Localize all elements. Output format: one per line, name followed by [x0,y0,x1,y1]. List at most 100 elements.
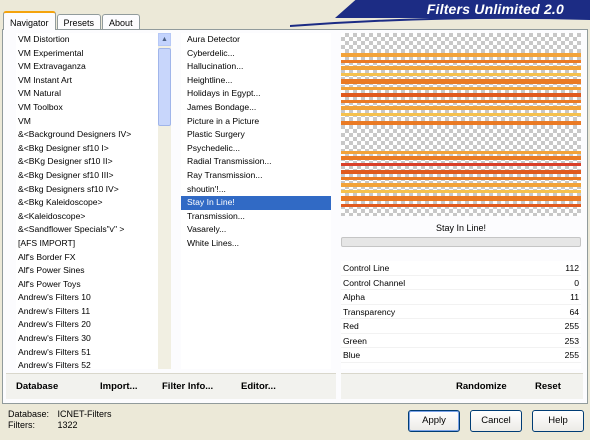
preview-stripe [341,190,581,193]
param-row[interactable]: Blue 255 [341,348,581,363]
list-item[interactable]: Alf's Power Sines [16,264,158,278]
list-item[interactable]: &<Bkg Designer sf10 I> [16,142,158,156]
list-item[interactable]: Ray Transmission... [181,169,331,183]
list-item-selected[interactable]: Stay In Line! [181,196,331,210]
list-item[interactable]: Andrew's Filters 30 [16,332,158,346]
list-item[interactable]: VM Distortion [16,33,158,47]
preview-stripe [341,87,581,90]
preview-stripe [341,151,581,154]
preview-filter-name: Stay In Line! [435,223,487,233]
preview-stripe [341,170,581,174]
list-item[interactable]: Vasarely... [181,223,331,237]
preview-stripe [341,73,581,76]
param-row[interactable]: Green 253 [341,334,581,348]
param-row[interactable]: Control Channel 0 [341,276,581,290]
list-item[interactable]: Hallucination... [181,60,331,74]
list-item[interactable]: VM Extravaganza [16,60,158,74]
list-item[interactable]: White Lines... [181,237,331,251]
list-item[interactable]: James Bondage... [181,101,331,115]
list-item[interactable]: Transmission... [181,210,331,224]
apply-button[interactable]: Apply [408,410,460,432]
category-list[interactable]: VM Distortion VM Experimental VM Extrava… [16,33,158,369]
param-row[interactable]: Transparency 64 [341,305,581,319]
list-item[interactable]: Andrew's Filters 20 [16,318,158,332]
param-value: 0 [574,277,579,288]
list-item[interactable]: Andrew's Filters 10 [16,291,158,305]
list-item[interactable]: VM Natural [16,87,158,101]
list-item[interactable]: Psychedelic... [181,142,331,156]
list-item[interactable]: VM [16,115,158,129]
preview-stripe [341,121,581,125]
preview-stripe [341,177,581,180]
preview-stripe [341,204,581,207]
list-item[interactable]: Andrew's Filters 11 [16,305,158,319]
tab-about[interactable]: About [102,14,140,30]
param-name: Transparency [343,306,396,317]
list-item[interactable]: &<Kaleidoscope> [16,210,158,224]
param-value: 253 [564,335,579,346]
help-button[interactable]: Help [532,410,584,432]
list-item[interactable]: [AFS IMPORT] [16,237,158,251]
preview-stripe [341,100,581,103]
list-item[interactable]: VM Toolbox [16,101,158,115]
list-item[interactable]: Andrew's Filters 52 [16,359,158,369]
list-item[interactable]: Alf's Power Toys [16,278,158,292]
app-title: Filters Unlimited 2.0 [426,1,564,17]
param-name: Control Channel [343,277,406,288]
tab-strip: Navigator Presets About [3,10,141,30]
list-item[interactable]: Aura Detector [181,33,331,47]
import-button[interactable]: Import... [100,381,137,392]
list-item[interactable]: Andrew's Filters 51 [16,346,158,360]
filter-info-button[interactable]: Filter Info... [162,381,213,392]
filter-list[interactable]: Aura Detector Cyberdelic... Hallucinatio… [181,33,331,369]
list-item[interactable]: Alf's Border FX [16,251,158,265]
tab-navigator[interactable]: Navigator [3,11,56,30]
param-value: 64 [569,306,579,317]
tab-presets[interactable]: Presets [56,14,102,30]
filters-count-value: 1322 [57,420,78,430]
list-item[interactable]: &<Sandflower Specials"v" > [16,223,158,237]
navigator-toolbar: Database Import... Filter Info... Editor… [6,373,336,399]
list-item[interactable]: Heightline... [181,74,331,88]
param-row[interactable]: Alpha 11 [341,290,581,305]
param-value: 11 [570,292,579,302]
list-item[interactable]: Picture in a Picture [181,115,331,129]
category-scrollbar[interactable]: ▲ [158,33,171,369]
list-item[interactable]: &<Bkg Designer sf10 III> [16,169,158,183]
database-label: Database: [8,409,50,419]
cancel-button[interactable]: Cancel [470,410,522,432]
list-item[interactable]: &<Bkg Designers sf10 IV> [16,183,158,197]
scroll-thumb[interactable] [158,48,171,126]
preview-stripe [341,93,581,97]
preview-stripe [341,196,581,201]
parameter-toolbar: Randomize Reset [341,373,583,399]
preview-stripe [341,183,581,187]
list-item[interactable]: Plastic Surgery [181,128,331,142]
list-item[interactable]: VM Instant Art [16,74,158,88]
list-item[interactable]: &<Bkg Kaleidoscope> [16,196,158,210]
database-value: ICNET-Filters [57,409,112,419]
list-item[interactable]: &<BKg Designer sf10 II> [16,155,158,169]
database-button[interactable]: Database [16,381,58,392]
param-name: Red [343,321,359,331]
param-row[interactable]: Red 255 [341,319,581,334]
banner-swoosh-decoration [290,18,590,27]
list-item[interactable]: Radial Transmission... [181,155,331,169]
param-value: 255 [564,321,579,331]
preview-stripe [341,53,581,57]
scroll-up-icon[interactable]: ▲ [158,33,171,46]
preview-stripe [341,79,581,84]
list-item[interactable]: Cyberdelic... [181,47,331,61]
param-name: Green [343,335,367,346]
randomize-button[interactable]: Randomize [456,381,507,392]
editor-button[interactable]: Editor... [241,381,276,392]
list-item[interactable]: VM Experimental [16,47,158,61]
parameter-list[interactable]: Control Line 112 Control Channel 0 Alpha… [341,261,581,369]
param-name: Alpha [343,292,365,302]
list-item[interactable]: &<Background Designers IV> [16,128,158,142]
param-row[interactable]: Control Line 112 [341,261,581,276]
preview-stripe [341,156,581,160]
reset-button[interactable]: Reset [535,381,561,392]
list-item[interactable]: shoutin'!... [181,183,331,197]
list-item[interactable]: Holidays in Egypt... [181,87,331,101]
